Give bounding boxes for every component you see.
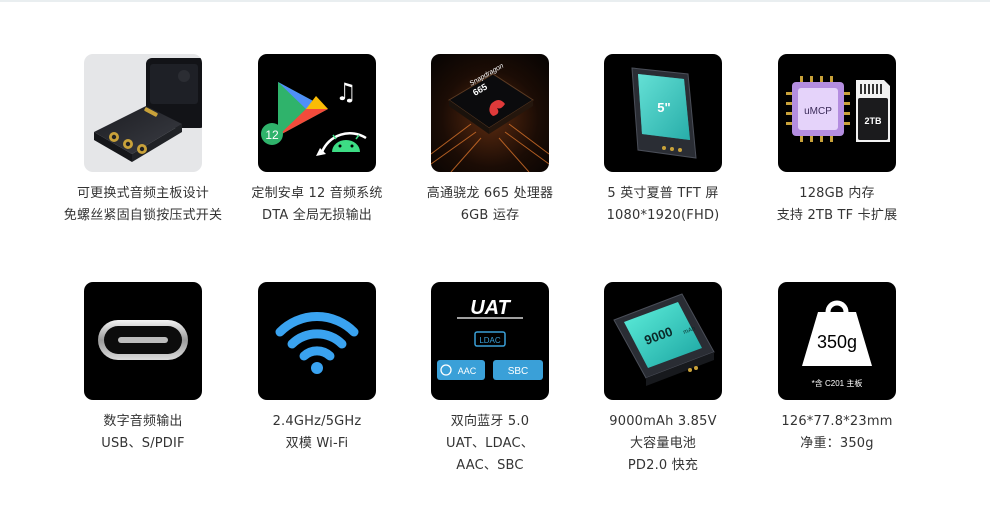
feature-grid: 可更换式音频主板设计 免螺丝紧固自锁按压式开关 12 ♫ 定制安卓 12 音频系… <box>0 0 990 505</box>
feature-card-processor: Snapdragon 665 高通骁龙 665 处理器 6GB 运存 <box>400 54 580 227</box>
caption-line: 双模 Wi-Fi <box>285 436 349 451</box>
snapdragon-chip-icon: Snapdragon 665 <box>431 54 549 172</box>
caption-line: 9000mAh 3.85V <box>609 414 717 429</box>
caption-line: PD2.0 快充 <box>627 458 699 473</box>
battery-device-icon: 9000 mAh <box>604 282 722 400</box>
feature-caption: 126*77.8*23mm 净重：350g <box>747 411 927 455</box>
feature-card-wifi: 2.4GHz/5GHz 双模 Wi-Fi <box>227 282 407 455</box>
wifi-icon <box>258 282 376 400</box>
sbc-badge: SBC <box>508 366 529 377</box>
caption-line: 双向蓝牙 5.0 <box>450 414 530 429</box>
caption-line: DTA 全局无损输出 <box>262 208 372 223</box>
feature-card-bluetooth: UAT LDAC AAC SBC 双向蓝牙 5.0 UAT、LDAC、 AAC、… <box>400 282 580 477</box>
feature-caption: 双向蓝牙 5.0 UAT、LDAC、 AAC、SBC <box>400 411 580 477</box>
svg-text:♫: ♫ <box>335 78 357 106</box>
caption-line: 免螺丝紧固自锁按压式开关 <box>63 208 223 223</box>
caption-line: 2.4GHz/5GHz <box>272 414 362 429</box>
storage-chip-text: uMCP <box>804 106 832 117</box>
caption-line: 128GB 内存 <box>799 186 875 201</box>
feature-card-swappable-board: 可更换式音频主板设计 免螺丝紧固自锁按压式开关 <box>53 54 233 227</box>
aac-badge: AAC <box>458 366 477 376</box>
weight-icon: 350g *含 C201 主板 <box>778 282 896 400</box>
feature-caption: 可更换式音频主板设计 免螺丝紧固自锁按压式开关 <box>53 183 233 227</box>
caption-line: 数字音频输出 <box>103 414 183 429</box>
caption-line: 5 英寸夏普 TFT 屏 <box>607 186 719 201</box>
feature-card-storage: uMCP 2TB 128GB 内存 支持 2TB TF 卡扩展 <box>747 54 927 227</box>
caption-line: 净重：350g <box>800 436 874 451</box>
caption-line: 大容量电池 <box>629 436 696 451</box>
usb-c-port-icon <box>84 282 202 400</box>
caption-line: 126*77.8*23mm <box>781 414 893 429</box>
feature-card-digital-output: 数字音频输出 USB、S/PDIF <box>53 282 233 455</box>
caption-line: AAC、SBC <box>456 458 524 473</box>
uat-logo: UAT <box>470 297 511 319</box>
caption-line: USB、S/PDIF <box>101 436 185 451</box>
feature-card-battery: 9000 mAh 9000mAh 3.85V 大容量电池 PD2.0 快充 <box>573 282 753 477</box>
weight-text: 350g <box>817 332 857 352</box>
screen-device-icon: 5" <box>604 54 722 172</box>
caption-line: UAT、LDAC、 <box>446 436 534 451</box>
swappable-board-icon <box>84 54 202 172</box>
caption-line: 可更换式音频主板设计 <box>76 186 209 201</box>
weight-note: *含 C201 主板 <box>812 378 863 388</box>
feature-card-weight: 350g *含 C201 主板 126*77.8*23mm 净重：350g <box>747 282 927 455</box>
caption-line: 支持 2TB TF 卡扩展 <box>776 208 898 223</box>
tf-card-text: 2TB <box>864 116 882 126</box>
feature-card-screen: 5" 5 英寸夏普 TFT 屏 1080*1920(FHD) <box>573 54 753 227</box>
caption-line: 高通骁龙 665 处理器 <box>426 186 554 201</box>
feature-caption: 高通骁龙 665 处理器 6GB 运存 <box>400 183 580 227</box>
feature-caption: 数字音频输出 USB、S/PDIF <box>53 411 233 455</box>
storage-chip-icon: uMCP 2TB <box>778 54 896 172</box>
android-version-badge: 12 <box>265 128 279 142</box>
feature-card-android: 12 ♫ 定制安卓 12 音频系统 DTA 全局无损输出 <box>227 54 407 227</box>
caption-line: 定制安卓 12 音频系统 <box>251 186 383 201</box>
ldac-badge: LDAC <box>479 336 501 345</box>
android-play-icon: 12 ♫ <box>258 54 376 172</box>
feature-caption: 2.4GHz/5GHz 双模 Wi-Fi <box>227 411 407 455</box>
screen-size-text: 5" <box>657 100 670 115</box>
feature-caption: 128GB 内存 支持 2TB TF 卡扩展 <box>747 183 927 227</box>
caption-line: 1080*1920(FHD) <box>606 208 720 223</box>
feature-caption: 定制安卓 12 音频系统 DTA 全局无损输出 <box>227 183 407 227</box>
feature-caption: 9000mAh 3.85V 大容量电池 PD2.0 快充 <box>573 411 753 477</box>
feature-caption: 5 英寸夏普 TFT 屏 1080*1920(FHD) <box>573 183 753 227</box>
caption-line: 6GB 运存 <box>460 208 520 223</box>
bluetooth-codecs-icon: UAT LDAC AAC SBC <box>431 282 549 400</box>
